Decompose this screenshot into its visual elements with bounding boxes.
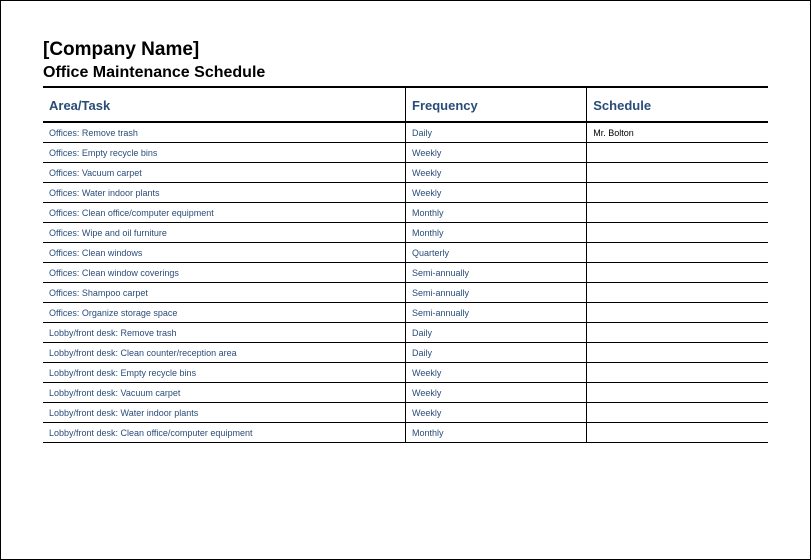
cell-schedule <box>587 423 768 443</box>
table-row: Offices: Clean window coveringsSemi-annu… <box>43 263 768 283</box>
col-header-frequency: Frequency <box>406 88 587 122</box>
table-row: Lobby/front desk: Water indoor plantsWee… <box>43 403 768 423</box>
cell-schedule <box>587 403 768 423</box>
cell-schedule <box>587 383 768 403</box>
maintenance-schedule-table: Area/Task Frequency Schedule Offices: Re… <box>43 88 768 443</box>
cell-frequency: Quarterly <box>406 243 587 263</box>
cell-schedule <box>587 223 768 243</box>
cell-schedule <box>587 263 768 283</box>
cell-area-task: Lobby/front desk: Remove trash <box>43 323 406 343</box>
table-row: Lobby/front desk: Clean counter/receptio… <box>43 343 768 363</box>
table-row: Offices: Clean office/computer equipment… <box>43 203 768 223</box>
cell-area-task: Lobby/front desk: Vacuum carpet <box>43 383 406 403</box>
cell-area-task: Offices: Empty recycle bins <box>43 143 406 163</box>
cell-frequency: Monthly <box>406 203 587 223</box>
cell-schedule <box>587 283 768 303</box>
table-row: Offices: Water indoor plantsWeekly <box>43 183 768 203</box>
cell-schedule <box>587 243 768 263</box>
cell-schedule <box>587 203 768 223</box>
cell-area-task: Offices: Clean office/computer equipment <box>43 203 406 223</box>
table-row: Offices: Shampoo carpetSemi-annually <box>43 283 768 303</box>
table-row: Lobby/front desk: Clean office/computer … <box>43 423 768 443</box>
cell-area-task: Offices: Clean window coverings <box>43 263 406 283</box>
cell-area-task: Lobby/front desk: Water indoor plants <box>43 403 406 423</box>
cell-area-task: Lobby/front desk: Clean counter/receptio… <box>43 343 406 363</box>
table-row: Lobby/front desk: Remove trashDaily <box>43 323 768 343</box>
cell-area-task: Offices: Wipe and oil furniture <box>43 223 406 243</box>
cell-frequency: Daily <box>406 122 587 143</box>
cell-schedule <box>587 163 768 183</box>
cell-frequency: Weekly <box>406 183 587 203</box>
cell-frequency: Weekly <box>406 363 587 383</box>
document-subtitle: Office Maintenance Schedule <box>43 64 768 82</box>
cell-frequency: Semi-annually <box>406 263 587 283</box>
cell-frequency: Semi-annually <box>406 303 587 323</box>
table-row: Lobby/front desk: Vacuum carpetWeekly <box>43 383 768 403</box>
table-row: Offices: Empty recycle binsWeekly <box>43 143 768 163</box>
cell-area-task: Lobby/front desk: Empty recycle bins <box>43 363 406 383</box>
cell-schedule <box>587 343 768 363</box>
cell-frequency: Monthly <box>406 423 587 443</box>
cell-frequency: Weekly <box>406 383 587 403</box>
cell-area-task: Offices: Shampoo carpet <box>43 283 406 303</box>
company-name: [Company Name] <box>43 39 768 61</box>
table-header-row: Area/Task Frequency Schedule <box>43 88 768 122</box>
table-row: Offices: Organize storage spaceSemi-annu… <box>43 303 768 323</box>
cell-schedule <box>587 183 768 203</box>
cell-frequency: Monthly <box>406 223 587 243</box>
cell-schedule <box>587 363 768 383</box>
cell-frequency: Semi-annually <box>406 283 587 303</box>
table-row: Offices: Vacuum carpetWeekly <box>43 163 768 183</box>
cell-area-task: Offices: Clean windows <box>43 243 406 263</box>
cell-frequency: Daily <box>406 343 587 363</box>
cell-schedule: Mr. Bolton <box>587 122 768 143</box>
cell-frequency: Weekly <box>406 163 587 183</box>
cell-area-task: Offices: Organize storage space <box>43 303 406 323</box>
cell-area-task: Offices: Remove trash <box>43 122 406 143</box>
cell-area-task: Offices: Water indoor plants <box>43 183 406 203</box>
col-header-schedule: Schedule <box>587 88 768 122</box>
col-header-area-task: Area/Task <box>43 88 406 122</box>
table-row: Offices: Clean windowsQuarterly <box>43 243 768 263</box>
cell-schedule <box>587 303 768 323</box>
cell-area-task: Lobby/front desk: Clean office/computer … <box>43 423 406 443</box>
cell-schedule <box>587 323 768 343</box>
table-row: Offices: Wipe and oil furnitureMonthly <box>43 223 768 243</box>
cell-frequency: Weekly <box>406 403 587 423</box>
cell-schedule <box>587 143 768 163</box>
table-row: Lobby/front desk: Empty recycle binsWeek… <box>43 363 768 383</box>
cell-frequency: Daily <box>406 323 587 343</box>
cell-area-task: Offices: Vacuum carpet <box>43 163 406 183</box>
table-row: Offices: Remove trashDailyMr. Bolton <box>43 122 768 143</box>
cell-frequency: Weekly <box>406 143 587 163</box>
